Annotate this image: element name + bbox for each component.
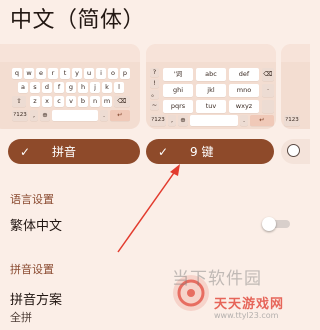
key-c: c — [54, 96, 64, 107]
key-9-def: def — [229, 68, 259, 81]
key-i: i — [96, 68, 106, 79]
keyboard-preview-third[interactable]: ?123 — [281, 44, 310, 129]
card-top-band — [146, 44, 276, 62]
key-y: y — [72, 68, 82, 79]
key-m: m — [102, 96, 112, 107]
period-key: . — [100, 110, 108, 121]
space-key — [190, 115, 238, 126]
period-key: . — [240, 115, 248, 126]
key-s: s — [30, 82, 40, 93]
enter-icon: ↵ — [110, 110, 130, 121]
num-key: ?123 — [150, 115, 166, 126]
comma-key: , — [168, 115, 176, 126]
key-d: d — [42, 82, 52, 93]
side-symbol-key: ? — [150, 68, 159, 77]
clear-icon: · — [262, 84, 274, 97]
layout-option-label: 拼音 — [52, 145, 77, 159]
backspace-icon: ⌫ — [262, 68, 274, 81]
key-r: r — [48, 68, 58, 79]
key-w: w — [24, 68, 34, 79]
key-l: l — [114, 82, 124, 93]
key-q: q — [12, 68, 22, 79]
key-h: h — [78, 82, 88, 93]
pinyin-scheme-label[interactable]: 拼音方案 — [10, 289, 62, 308]
num-key: ?123 — [12, 110, 28, 121]
globe-icon: ⊕ — [178, 115, 188, 126]
num-key: ?123 — [284, 115, 300, 126]
keyboard-layout-carousel[interactable]: q w e r t y u i o p a s d f g h j k l ⇧ … — [0, 42, 310, 174]
traditional-chinese-toggle[interactable] — [262, 217, 292, 231]
key-j: j — [90, 82, 100, 93]
comma-key: , — [30, 110, 38, 121]
key-b: b — [78, 96, 88, 107]
key-t: t — [60, 68, 70, 79]
key-9-jkl: jkl — [196, 84, 226, 97]
key-9-mno: mno — [229, 84, 259, 97]
key-9-ghi: ghi — [163, 84, 193, 97]
space-key — [52, 110, 98, 121]
section-header-language: 语言设置 — [10, 193, 54, 206]
watermark-site-name: 天天游戏网 — [214, 297, 285, 312]
side-symbol-key: 。 — [150, 90, 159, 99]
key-e: e — [36, 68, 46, 79]
key-z: z — [30, 96, 40, 107]
keyboard-preview-qwerty[interactable]: q w e r t y u i o p a s d f g h j k l ⇧ … — [0, 44, 140, 129]
page-title: 中文（简体） — [10, 8, 146, 33]
traditional-chinese-label: 繁体中文 — [10, 219, 63, 234]
key-9-abc: abc — [196, 68, 226, 81]
layout-option-label: 9 键 — [190, 145, 214, 159]
check-icon: ✓ — [20, 144, 31, 159]
key-n: n — [90, 96, 100, 107]
layout-option-third[interactable] — [281, 139, 310, 164]
key-a: a — [18, 82, 28, 93]
backspace-icon: ⌫ — [114, 96, 130, 107]
enter-icon: ↵ — [250, 115, 274, 126]
watermark-brand: 当下软件园 — [172, 269, 262, 289]
key-u: u — [84, 68, 94, 79]
keyboard-preview-9-key[interactable]: ? ! 。 ~ '词 abc def ghi jkl mno pqrs tuv … — [146, 44, 276, 129]
key-x: x — [42, 96, 52, 107]
key-9-word: '词 — [163, 68, 193, 81]
watermark-url: www.ttyl23.com — [214, 311, 279, 320]
key-9-pqrs: pqrs — [163, 100, 193, 113]
check-icon: ✓ — [158, 144, 169, 159]
key-o: o — [108, 68, 118, 79]
key-p: p — [120, 68, 130, 79]
enter-side-icon — [262, 100, 274, 113]
key-k: k — [102, 82, 112, 93]
radio-icon[interactable] — [287, 144, 300, 157]
key-9-tuv: tuv — [196, 100, 226, 113]
key-g: g — [66, 82, 76, 93]
pinyin-scheme-value: 全拼 — [10, 311, 32, 324]
key-f: f — [54, 82, 64, 93]
globe-icon: ⊕ — [40, 110, 50, 121]
key-v: v — [66, 96, 76, 107]
section-header-pinyin: 拼音设置 — [10, 263, 54, 276]
layout-option-pinyin[interactable]: ✓ 拼音 — [8, 139, 140, 164]
side-symbol-key: ! — [150, 79, 159, 88]
layout-option-9-key[interactable]: ✓ 9 键 — [146, 139, 274, 164]
side-symbol-key: ~ — [150, 101, 159, 110]
shift-icon: ⇧ — [12, 96, 26, 107]
card-top-band — [281, 44, 310, 62]
card-top-band — [0, 44, 140, 62]
key-9-wxyz: wxyz — [229, 100, 259, 113]
toggle-thumb — [262, 217, 276, 231]
